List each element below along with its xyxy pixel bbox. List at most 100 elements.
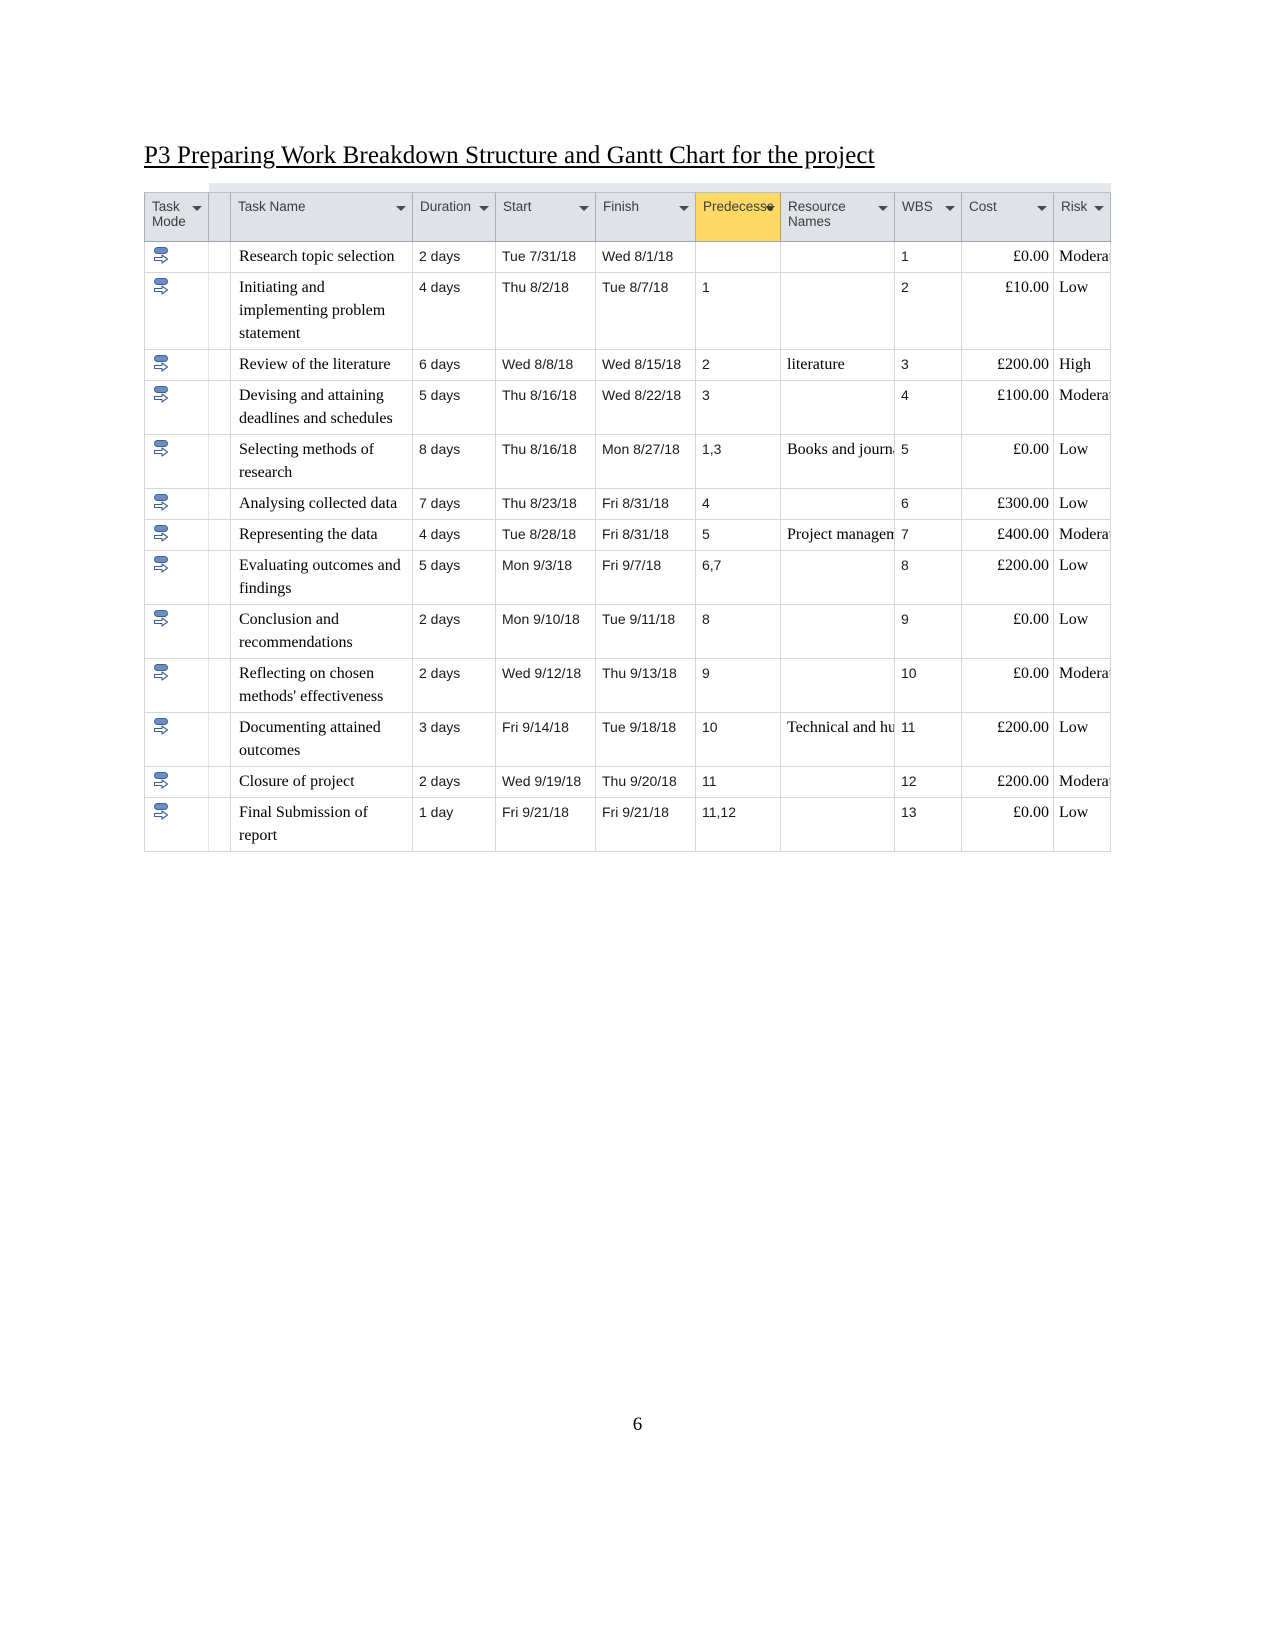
auto-scheduled-icon[interactable] [153,524,175,546]
cell-wbs[interactable]: 8 [894,550,962,605]
cell-task-mode[interactable] [144,797,209,852]
cell-predecessors[interactable]: 6,7 [695,550,781,605]
cell-wbs[interactable]: 10 [894,658,962,713]
cell-finish[interactable]: Tue 8/7/18 [595,272,696,350]
cell-indicator[interactable] [208,519,231,551]
cell-task-name[interactable]: Review of the literature [230,349,413,381]
cell-predecessors[interactable]: 2 [695,349,781,381]
table-row[interactable]: Representing the data 4 days Tue 8/28/18 Fr… [144,519,1111,551]
cell-wbs[interactable]: 4 [894,380,962,435]
cell-indicator[interactable] [208,797,231,852]
cell-start[interactable]: Fri 9/21/18 [495,797,596,852]
table-row[interactable]: Closure of project 2 days Wed 9/19/18 Thu 9… [144,766,1111,798]
cell-duration[interactable]: 2 days [412,766,496,798]
table-row[interactable]: Documenting attained outcomes 3 days Fri 9… [144,712,1111,767]
cell-duration[interactable]: 7 days [412,488,496,520]
cell-finish[interactable]: Wed 8/22/18 [595,380,696,435]
cell-finish[interactable]: Wed 8/15/18 [595,349,696,381]
auto-scheduled-icon[interactable] [153,439,175,461]
cell-task-mode[interactable] [144,272,209,350]
cell-task-mode[interactable] [144,604,209,659]
cell-task-name[interactable]: Analysing collected data [230,488,413,520]
cell-resource-names[interactable] [780,488,895,520]
auto-scheduled-icon[interactable] [153,717,175,739]
cell-cost[interactable]: £400.00 [961,519,1054,551]
filter-dropdown-icon[interactable] [679,206,689,211]
cell-cost[interactable]: £10.00 [961,272,1054,350]
auto-scheduled-icon[interactable] [153,354,175,376]
cell-task-name[interactable]: Devising and attaining deadlines and sch… [230,380,413,435]
cell-task-name[interactable]: Representing the data [230,519,413,551]
cell-risk[interactable]: Moderate [1053,658,1111,713]
cell-duration[interactable]: 2 days [412,604,496,659]
cell-indicator[interactable] [208,434,231,489]
table-row[interactable]: Evaluating outcomes and findings 5 days Mo… [144,550,1111,605]
table-row[interactable]: Final Submission of report 1 day Fri 9/21/… [144,797,1111,852]
column-header-start[interactable]: Start [495,192,596,242]
cell-finish[interactable]: Mon 8/27/18 [595,434,696,489]
table-row[interactable]: Analysing collected data 7 days Thu 8/23/1… [144,488,1111,520]
cell-wbs[interactable]: 9 [894,604,962,659]
cell-duration[interactable]: 2 days [412,658,496,713]
cell-indicator[interactable] [208,241,231,273]
cell-start[interactable]: Thu 8/16/18 [495,380,596,435]
filter-dropdown-icon[interactable] [945,206,955,211]
cell-predecessors[interactable]: 9 [695,658,781,713]
cell-indicator[interactable] [208,550,231,605]
cell-wbs[interactable]: 12 [894,766,962,798]
cell-start[interactable]: Wed 8/8/18 [495,349,596,381]
cell-indicator[interactable] [208,272,231,350]
cell-risk[interactable]: Low [1053,550,1111,605]
cell-start[interactable]: Tue 7/31/18 [495,241,596,273]
cell-task-mode[interactable] [144,488,209,520]
cell-cost[interactable]: £200.00 [961,712,1054,767]
cell-resource-names[interactable] [780,241,895,273]
cell-duration[interactable]: 5 days [412,550,496,605]
cell-risk[interactable]: Low [1053,434,1111,489]
table-row[interactable]: Selecting methods of research 8 days Thu 8… [144,434,1111,489]
cell-duration[interactable]: 2 days [412,241,496,273]
cell-duration[interactable]: 4 days [412,272,496,350]
cell-predecessors[interactable]: 3 [695,380,781,435]
cell-risk[interactable]: Low [1053,604,1111,659]
cell-indicator[interactable] [208,712,231,767]
filter-dropdown-icon[interactable] [765,206,775,211]
cell-wbs[interactable]: 5 [894,434,962,489]
filter-dropdown-icon[interactable] [579,206,589,211]
cell-indicator[interactable] [208,604,231,659]
cell-resource-names[interactable] [780,604,895,659]
cell-task-name[interactable]: Evaluating outcomes and findings [230,550,413,605]
cell-predecessors[interactable] [695,241,781,273]
column-header-finish[interactable]: Finish [595,192,696,242]
cell-task-name[interactable]: Final Submission of report [230,797,413,852]
cell-cost[interactable]: £300.00 [961,488,1054,520]
cell-resource-names[interactable] [780,766,895,798]
filter-dropdown-icon[interactable] [1094,206,1104,211]
cell-indicator[interactable] [208,766,231,798]
cell-resource-names[interactable] [780,272,895,350]
cell-cost[interactable]: £200.00 [961,550,1054,605]
cell-risk[interactable]: Low [1053,712,1111,767]
cell-duration[interactable]: 6 days [412,349,496,381]
column-header-spacer[interactable] [208,192,231,242]
cell-start[interactable]: Thu 8/16/18 [495,434,596,489]
cell-cost[interactable]: £0.00 [961,797,1054,852]
cell-cost[interactable]: £0.00 [961,241,1054,273]
cell-task-mode[interactable] [144,434,209,489]
column-header-duration[interactable]: Duration [412,192,496,242]
cell-wbs[interactable]: 1 [894,241,962,273]
cell-cost[interactable]: £200.00 [961,766,1054,798]
auto-scheduled-icon[interactable] [153,277,175,299]
auto-scheduled-icon[interactable] [153,771,175,793]
cell-finish[interactable]: Fri 8/31/18 [595,488,696,520]
cell-task-mode[interactable] [144,712,209,767]
cell-task-mode[interactable] [144,550,209,605]
cell-resource-names[interactable]: Books and journals,articles [780,434,895,489]
cell-start[interactable]: Thu 8/23/18 [495,488,596,520]
cell-predecessors[interactable]: 8 [695,604,781,659]
cell-risk[interactable]: Low [1053,272,1111,350]
cell-duration[interactable]: 8 days [412,434,496,489]
table-row[interactable]: Conclusion and recommendations 2 days Mon … [144,604,1111,659]
cell-task-name[interactable]: Initiating and implementing problem stat… [230,272,413,350]
cell-wbs[interactable]: 2 [894,272,962,350]
